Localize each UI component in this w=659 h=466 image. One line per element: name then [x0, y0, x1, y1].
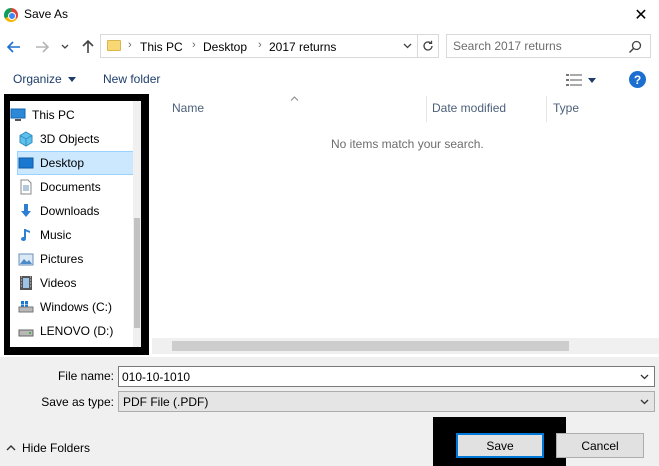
music-icon	[18, 227, 34, 243]
nav-item-label: Downloads	[40, 204, 100, 218]
lenovo-drive-icon	[18, 323, 34, 339]
chevron-up-icon	[6, 445, 16, 451]
documents-icon	[18, 179, 34, 195]
3d-objects-icon	[18, 131, 34, 147]
address-bar[interactable]: › This PC › Desktop › 2017 returns	[100, 34, 439, 58]
breadcrumb-desktop[interactable]: Desktop	[203, 40, 247, 54]
back-button[interactable]	[4, 37, 24, 57]
videos-icon	[18, 275, 34, 291]
column-divider[interactable]	[426, 96, 427, 122]
organize-label: Organize	[13, 72, 62, 86]
chevron-down-icon	[640, 374, 648, 379]
nav-item-label: Videos	[40, 276, 77, 290]
help-button[interactable]: ?	[629, 71, 646, 88]
nav-item-documents[interactable]: Documents	[18, 175, 141, 199]
nav-item-3d-objects[interactable]: 3D Objects	[18, 127, 141, 151]
save-as-type-value: PDF File (.PDF)	[123, 395, 209, 409]
column-divider[interactable]	[546, 96, 547, 122]
close-icon: ✕	[634, 7, 648, 24]
organize-button[interactable]: Organize	[13, 72, 76, 86]
nav-item-label: LENOVO (D:)	[40, 324, 114, 338]
view-options-icon	[566, 74, 582, 86]
address-dropdown-button[interactable]	[397, 35, 417, 57]
search-icon	[628, 40, 642, 54]
empty-folder-message: No items match your search.	[331, 137, 484, 151]
up-arrow-icon	[82, 40, 94, 53]
forward-arrow-icon	[36, 41, 49, 53]
save-as-type-label: Save as type:	[41, 395, 114, 409]
caret-down-icon	[67, 76, 76, 82]
search-box[interactable]	[446, 34, 651, 58]
save-button[interactable]: Save	[456, 433, 544, 458]
search-input[interactable]	[453, 38, 623, 54]
new-folder-button[interactable]: New folder	[103, 72, 160, 86]
chevron-down-icon	[403, 43, 412, 49]
file-name-dropdown-button[interactable]	[636, 369, 652, 384]
nav-item-this-pc[interactable]: This PC	[10, 103, 133, 127]
hide-folders-button[interactable]: Hide Folders	[6, 441, 90, 455]
downloads-icon	[18, 203, 34, 219]
pictures-icon	[18, 251, 34, 267]
breadcrumb-this-pc[interactable]: This PC	[140, 40, 183, 54]
hide-folders-label: Hide Folders	[22, 441, 91, 455]
back-arrow-icon	[7, 41, 20, 53]
title-bar	[0, 0, 659, 30]
sort-ascending-icon	[290, 93, 299, 103]
close-button[interactable]: ✕	[626, 2, 656, 28]
desktop-icon	[18, 155, 34, 171]
folder-icon	[107, 40, 121, 51]
recent-locations-button[interactable]	[57, 37, 73, 57]
save-as-type-select[interactable]: PDF File (.PDF)	[118, 391, 655, 412]
help-icon: ?	[633, 72, 642, 87]
column-header-type[interactable]: Type	[553, 101, 579, 115]
cancel-button[interactable]: Cancel	[556, 433, 644, 458]
nav-item-windows-c[interactable]: Windows (C:)	[18, 295, 141, 319]
nav-pane-scrollbar-thumb[interactable]	[134, 218, 140, 328]
save-as-type-dropdown-button[interactable]	[636, 394, 652, 409]
forward-button[interactable]	[32, 37, 52, 57]
file-list-scrollbar-thumb[interactable]	[172, 341, 569, 351]
file-name-input[interactable]	[122, 369, 632, 384]
nav-item-downloads[interactable]: Downloads	[18, 199, 141, 223]
nav-item-label: Documents	[40, 180, 101, 194]
chrome-app-icon	[4, 8, 18, 22]
column-header-date-modified[interactable]: Date modified	[432, 101, 506, 115]
breadcrumb-separator: ›	[258, 39, 262, 51]
nav-item-label: Pictures	[40, 252, 84, 266]
nav-item-label: This PC	[32, 108, 75, 122]
nav-item-label: Music	[40, 228, 72, 242]
nav-item-desktop[interactable]: Desktop	[17, 151, 140, 175]
change-view-button[interactable]	[566, 72, 604, 88]
refresh-button[interactable]	[417, 35, 438, 57]
breadcrumb-separator: ›	[128, 39, 132, 51]
file-name-combobox[interactable]	[118, 366, 655, 387]
refresh-icon	[423, 40, 433, 51]
nav-item-music[interactable]: Music	[18, 223, 141, 247]
nav-item-videos[interactable]: Videos	[18, 271, 141, 295]
column-header-name[interactable]: Name	[172, 101, 204, 115]
caret-down-icon	[588, 77, 596, 83]
chevron-down-icon	[61, 44, 69, 49]
window-title: Save As	[24, 7, 69, 21]
nav-item-label: Desktop	[40, 156, 85, 170]
up-button[interactable]	[78, 37, 98, 57]
this-pc-icon	[10, 107, 26, 123]
breadcrumb-separator: ›	[192, 39, 196, 51]
windows-drive-icon	[18, 299, 34, 315]
nav-item-label: 3D Objects	[40, 132, 100, 146]
breadcrumb-2017-returns[interactable]: 2017 returns	[269, 40, 336, 54]
chevron-down-icon	[640, 399, 648, 404]
navigation-pane: This PC 3D Objects Desktop Documents Dow…	[10, 101, 141, 347]
nav-item-pictures[interactable]: Pictures	[18, 247, 141, 271]
nav-item-label: Windows (C:)	[40, 300, 113, 314]
file-name-label: File name:	[57, 369, 114, 383]
nav-item-lenovo-d[interactable]: LENOVO (D:)	[18, 319, 141, 343]
